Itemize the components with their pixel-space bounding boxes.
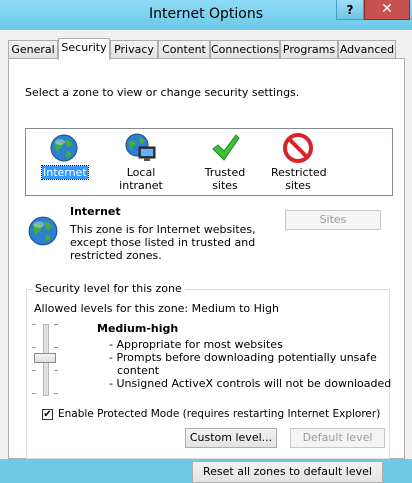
tab-advanced[interactable]: Advanced (338, 40, 396, 58)
intranet-icon (125, 133, 156, 161)
zone-restricted-sites[interactable]: Restricted sites (270, 133, 327, 192)
level-bullet-3: - Unsigned ActiveX controls will not be … (109, 377, 392, 390)
dialog-body: General Security Privacy Content Connect… (0, 30, 412, 483)
reset-all-zones-button[interactable]: Reset all zones to default level (192, 461, 383, 483)
slider-tick (32, 370, 36, 371)
slider-thumb[interactable] (34, 353, 56, 363)
zone-restricted-label-line2: sites (285, 179, 311, 192)
sites-button[interactable]: Sites (285, 210, 381, 230)
tab-general[interactable]: General (8, 40, 58, 58)
zone-local-intranet[interactable]: Local intranet (106, 133, 176, 192)
no-entry-icon (283, 133, 313, 163)
zone-restricted-label-line1: Restricted (271, 166, 327, 179)
tab-programs[interactable]: Programs (280, 40, 338, 58)
zone-internet[interactable]: Internet (41, 133, 89, 180)
globe-icon (50, 134, 78, 162)
zone-internet-label: Internet (41, 165, 89, 180)
level-bullet-2: - Prompts before downloading potentially… (109, 351, 377, 364)
zone-description-line1: This zone is for Internet websites, (70, 223, 256, 236)
slider-tick (54, 347, 58, 348)
slider-tick (54, 370, 58, 371)
protected-mode-checkbox[interactable]: ✔ (42, 409, 53, 420)
allowed-levels: Allowed levels for this zone: Medium to … (34, 302, 279, 315)
zone-trusted-sites-label: Trusted sites (204, 166, 246, 192)
tab-connections[interactable]: Connections (210, 40, 280, 58)
zone-list[interactable]: Internet Local intranet Trusted sites Re… (25, 128, 393, 196)
help-button[interactable]: ? (336, 0, 364, 20)
security-level-slider[interactable] (32, 324, 82, 396)
protected-mode-label: Enable Protected Mode (requires restarti… (58, 408, 381, 420)
slider-tick (54, 393, 58, 394)
tab-security[interactable]: Security (58, 38, 110, 60)
close-button[interactable]: ✕ (364, 0, 410, 20)
selected-zone-globe-icon (28, 216, 58, 246)
custom-level-button[interactable]: Custom level... (185, 428, 277, 448)
slider-tick (32, 347, 36, 348)
slider-tick (32, 393, 36, 394)
zone-prompt: Select a zone to view or change security… (25, 86, 300, 99)
selected-zone-name: Internet (70, 205, 121, 218)
level-bullet-2-cont: content (117, 364, 160, 377)
security-level-group: Security level for this zone Allowed lev… (26, 282, 392, 459)
slider-tick (54, 324, 58, 325)
tab-privacy[interactable]: Privacy (110, 40, 158, 58)
slider-tick (32, 324, 36, 325)
title-bar: Internet Options ? ✕ (0, 0, 412, 30)
zone-description-line3: restricted zones. (70, 249, 162, 262)
security-level-title: Security level for this zone (32, 282, 185, 295)
tab-content[interactable]: Content (158, 40, 210, 58)
security-panel: Select a zone to view or change security… (8, 58, 405, 483)
default-level-button[interactable]: Default level (290, 428, 385, 448)
checkmark-icon (212, 134, 240, 161)
zone-description-line2: except those listed in trusted and (70, 236, 256, 249)
level-bullet-1: - Appropriate for most websites (109, 338, 283, 351)
level-name: Medium-high (97, 322, 179, 335)
zone-trusted-sites[interactable]: Trusted sites (190, 133, 260, 192)
zone-local-intranet-label: Local intranet (119, 166, 163, 192)
